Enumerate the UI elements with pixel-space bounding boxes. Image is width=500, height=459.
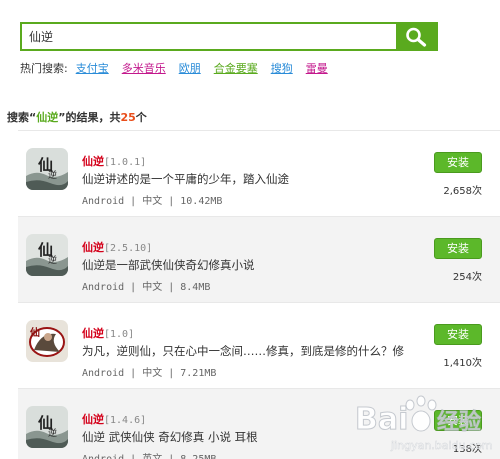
svg-text:仙: 仙 — [30, 326, 40, 339]
summary-middle: ”的结果，共 — [58, 111, 121, 124]
hot-search-link[interactable]: 雷曼 — [306, 60, 328, 76]
result-item: 仙 仙逆[1.0] 为凡，逆则仙，只在心中一念间……修真，到底是修的什么？修 A… — [18, 302, 500, 388]
baidu-jingyan-watermark: Bai 经验 jingyan.baidu.com — [335, 393, 500, 457]
result-item: 仙 逆 仙逆[1.0.1] 仙逆讲述的是一个平庸的少年，踏入仙途 Android… — [18, 130, 500, 216]
app-description: 仙逆 武侠仙侠 奇幻修真 小说 耳根 — [82, 430, 258, 444]
app-name-link[interactable]: 仙逆 — [82, 155, 104, 168]
app-version: [1.0.1] — [104, 157, 147, 168]
app-title: 仙逆[1.0.1] — [82, 153, 146, 169]
app-title: 仙逆[2.5.10] — [82, 239, 152, 255]
watermark-brand: Bai — [355, 402, 408, 437]
result-item: 仙 逆 仙逆[2.5.10] 仙逆是一部武侠仙侠奇幻修真小说 Android |… — [18, 216, 500, 302]
hot-search-link[interactable]: 支付宝 — [76, 60, 109, 76]
search-input[interactable] — [22, 24, 396, 49]
result-summary: 搜索“仙逆”的结果，共25个 — [7, 109, 147, 125]
hot-searches-label: 热门搜索: — [20, 62, 68, 75]
hot-search-link[interactable]: 合金要塞 — [214, 60, 258, 76]
xianni-cloud-icon[interactable]: 仙 逆 — [26, 234, 68, 276]
xianni-figure-icon[interactable]: 仙 — [26, 320, 68, 362]
download-count: 254次 — [452, 272, 482, 283]
summary-keyword: 仙逆 — [36, 111, 59, 124]
install-button[interactable]: 安装 — [434, 152, 482, 173]
app-version: [1.4.6] — [104, 415, 147, 426]
search-button[interactable] — [396, 24, 436, 49]
app-description: 仙逆讲述的是一个平庸的少年，踏入仙途 — [82, 172, 289, 186]
svg-text:逆: 逆 — [48, 427, 57, 439]
app-meta: Android | 中文 | 7.21MB — [82, 368, 217, 379]
app-meta: Android | 中文 | 10.42MB — [82, 196, 223, 207]
summary-suffix: 个 — [135, 111, 147, 124]
svg-text:逆: 逆 — [48, 169, 57, 181]
hot-search-link[interactable]: 搜狗 — [271, 60, 293, 76]
xianni-cloud-icon[interactable]: 仙 逆 — [26, 406, 68, 448]
app-title: 仙逆[1.4.6] — [82, 411, 146, 427]
summary-prefix: 搜索“ — [7, 111, 37, 124]
watermark-brand2: 经验 — [437, 409, 481, 435]
xianni-cloud-icon[interactable]: 仙 逆 — [26, 148, 68, 190]
install-button[interactable]: 安装 — [434, 238, 482, 259]
search-bar — [20, 22, 438, 51]
app-title: 仙逆[1.0] — [82, 325, 134, 341]
app-description: 仙逆是一部武侠仙侠奇幻修真小说 — [82, 258, 255, 272]
hot-search-link[interactable]: 多米音乐 — [122, 60, 166, 76]
install-button[interactable]: 安装 — [434, 324, 482, 345]
app-name-link[interactable]: 仙逆 — [82, 241, 104, 254]
hot-search-link[interactable]: 欧朋 — [179, 60, 201, 76]
app-meta: Android | 英文 | 8.25MB — [82, 450, 216, 459]
app-name-link[interactable]: 仙逆 — [82, 413, 104, 426]
app-meta: Android | 中文 | 8.4MB — [82, 282, 211, 293]
summary-count: 25 — [120, 111, 136, 124]
app-description: 为凡，逆则仙，只在心中一念间……修真，到底是修的什么？修 — [82, 344, 404, 358]
svg-text:逆: 逆 — [48, 254, 57, 266]
app-version: [2.5.10] — [104, 243, 153, 254]
app-name-link[interactable]: 仙逆 — [82, 327, 104, 340]
watermark-url: jingyan.baidu.com — [390, 439, 493, 452]
download-count: 2,658次 — [443, 186, 482, 197]
download-count: 1,410次 — [443, 358, 482, 369]
baidu-paw-logo-icon: Bai 经验 jingyan.baidu.com — [355, 395, 493, 452]
search-icon — [406, 27, 427, 47]
app-version: [1.0] — [104, 329, 135, 340]
hot-searches: 热门搜索: 支付宝 多米音乐 欧朋 合金要塞 搜狗 雷曼 — [20, 60, 341, 76]
